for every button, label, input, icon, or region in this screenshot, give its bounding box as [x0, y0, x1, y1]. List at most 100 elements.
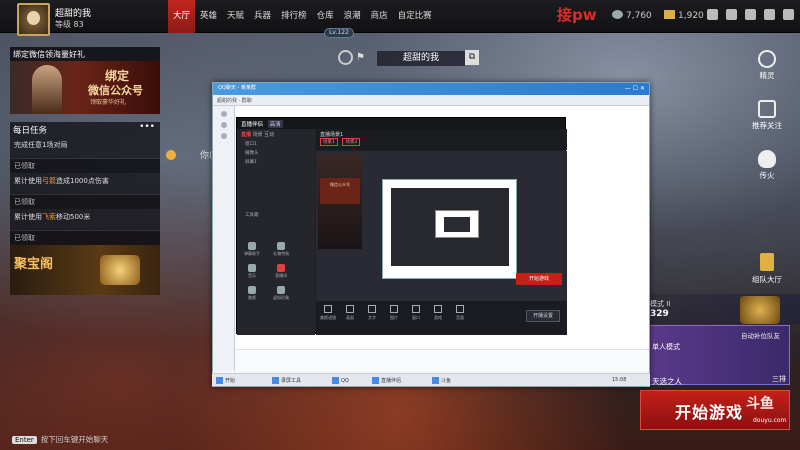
wechat-banner[interactable]: 绑定 微信公众号 领取豪华好礼 — [10, 61, 160, 114]
taskbar-label: QQ — [341, 378, 349, 384]
gamepad-icon — [434, 305, 442, 313]
tool-game[interactable]: 游戏 — [428, 305, 448, 321]
tool-label: 文字 — [368, 315, 376, 320]
copy-icon[interactable]: ⧉ — [465, 50, 479, 65]
tool-frame[interactable]: 画面 — [340, 305, 360, 321]
task-claimed: 已领取 — [10, 159, 160, 173]
level-pill: Lv.122 — [324, 28, 354, 38]
source-item[interactable]: 屏幕1 — [237, 158, 315, 167]
preview-start-button: 开始游戏 — [516, 273, 562, 285]
partial-chat-text: 你( — [200, 151, 213, 161]
tool-volume[interactable]: 音量 — [450, 305, 470, 321]
tool-music[interactable]: 音乐 — [242, 263, 262, 281]
tool-avatar[interactable]: 虚拟形象 — [271, 285, 291, 303]
tool-label: 图片 — [390, 315, 398, 320]
tool-label: 美颜 — [248, 295, 256, 300]
team-lobby[interactable]: 组队大厅 — [742, 253, 792, 285]
banner-character — [32, 65, 62, 114]
source-item[interactable]: 窗口1 — [237, 140, 315, 149]
tab-weapons[interactable]: 兵器 — [249, 0, 276, 33]
taskbar-item[interactable]: 录屏工具 — [272, 377, 301, 384]
top-bar: 超甜的我 等级 83 大厅 英雄 天赋 兵器 排行榜 仓库 浪潮 商店 自定比赛… — [0, 0, 800, 36]
task-item: 累计使用飞索移动500米 — [10, 209, 160, 231]
window-controls-icon[interactable]: — ☐ ✕ — [625, 85, 645, 92]
tool-gift[interactable]: 礼物特效 — [271, 241, 291, 259]
tab-live[interactable]: 直播 — [241, 132, 251, 138]
tool-label: 直播间 — [275, 273, 288, 278]
start-game-button[interactable]: 开始游戏 斗鱼 douyu.com — [640, 390, 790, 430]
taskbar-item[interactable]: 直播伴侣 — [372, 377, 401, 384]
mail-icon[interactable] — [726, 9, 737, 20]
tool-window[interactable]: 窗口 — [406, 305, 426, 321]
headset-icon — [758, 50, 776, 68]
streamer-title: 直播伴侣 — [241, 122, 264, 128]
tab-shop[interactable]: 商店 — [366, 0, 393, 33]
player-name: 超甜的我 — [55, 9, 92, 19]
qq-titlebar: QQ聊天 - 某某群 — ☐ ✕ — [213, 83, 649, 95]
sidebar-item-torch[interactable]: 传火 — [742, 150, 792, 184]
banner-line2: 微信公众号 — [88, 84, 143, 97]
tool-filter[interactable]: 美颜滤镜 — [318, 305, 338, 321]
location-pin-icon[interactable] — [166, 150, 176, 160]
danmaku-icon — [248, 242, 256, 250]
tool-image[interactable]: 图片 — [384, 305, 404, 321]
quality-badge[interactable]: 高清 — [267, 120, 283, 128]
flag-icon[interactable]: ⚑ — [356, 52, 365, 63]
tool-beauty[interactable]: 美颜 — [242, 285, 262, 303]
daily-title: 每日任务 — [13, 126, 48, 136]
taskbar-item[interactable]: 开始 — [216, 377, 235, 384]
task-item: 完成任意1场对局 — [10, 137, 160, 159]
avatar-icon — [277, 286, 286, 294]
match-mode-card[interactable]: 自动补位队友 单人模式 天选之人 三排 — [645, 325, 790, 386]
contacts-icon[interactable] — [220, 122, 227, 128]
sidebar-item-sprite[interactable]: 精灵 — [742, 50, 792, 84]
task-highlight: 飞索 — [42, 213, 56, 221]
tool-room[interactable]: 直播间 — [271, 263, 291, 281]
more-icon[interactable]: ••• — [139, 122, 155, 132]
center-player-bar: ⚑ 超甜的我 ⧉ — [335, 48, 480, 68]
qq-sidebar — [213, 106, 235, 371]
streamer-app-window[interactable]: 直播伴侣 高清 直播 场景 互动 窗口1 摄像头 屏幕1 工具箱 弹幕助手 礼物… — [236, 117, 567, 335]
mode-panel[interactable]: 模式 II 329 — [645, 294, 800, 324]
close-icon[interactable] — [783, 9, 794, 20]
chat-icon[interactable] — [220, 111, 227, 117]
tool-label: 弹幕助手 — [244, 251, 260, 256]
tool-grid: 弹幕助手 礼物特效 音乐 直播间 美颜 虚拟形象 — [240, 239, 312, 305]
tab-interact[interactable]: 互动 — [264, 132, 274, 138]
streamer-tabs: 直播 场景 互动 — [237, 129, 315, 140]
qq-taskbar: 开始 录屏工具 QQ 直播伴侣 斗鱼 15:08 — [212, 373, 650, 386]
main-nav: 大厅 英雄 天赋 兵器 排行榜 仓库 浪潮 商店 自定比赛 — [168, 0, 437, 33]
emote-icon[interactable] — [338, 50, 353, 65]
mode-number: 329 — [650, 309, 669, 319]
tab-heroes[interactable]: 英雄 — [195, 0, 222, 33]
tab-lobby[interactable]: 大厅 — [168, 0, 196, 33]
tab-custom-match[interactable]: 自定比赛 — [393, 0, 437, 33]
tool-danmaku[interactable]: 弹幕助手 — [242, 241, 262, 259]
room-icon — [277, 264, 286, 272]
sidebar-item-follow[interactable]: 推荐关注 — [742, 100, 792, 134]
gift-icon — [277, 242, 286, 250]
tool-text[interactable]: 文字 — [362, 305, 382, 321]
treasure-pavilion[interactable]: 聚宝阁 — [10, 245, 160, 295]
taskbar-item[interactable]: 斗鱼 — [432, 377, 451, 384]
tab-talents[interactable]: 天赋 — [222, 0, 249, 33]
avatar[interactable] — [17, 3, 50, 36]
taskbar-item[interactable]: QQ — [332, 377, 349, 384]
tool-label: 美颜滤镜 — [320, 315, 336, 320]
group-icon[interactable] — [220, 133, 227, 139]
minimize-icon[interactable] — [764, 9, 775, 20]
settings-icon[interactable] — [745, 9, 756, 20]
tab-leaderboard[interactable]: 排行榜 — [276, 0, 312, 33]
scene-chip[interactable]: 场景1 — [320, 138, 338, 146]
scene-chip[interactable]: 场景2 — [342, 138, 361, 146]
coin-amount: 1,920 — [678, 11, 704, 21]
go-live-settings-button[interactable]: 开播设置 — [526, 310, 560, 322]
taskbar-label: 开始 — [225, 378, 236, 384]
source-item[interactable]: 摄像头 — [237, 149, 315, 158]
qq-input-box[interactable] — [236, 349, 649, 371]
sidebar-label: 精灵 — [759, 71, 775, 80]
taskbar-label: 录屏工具 — [281, 378, 302, 384]
enter-hint-text: 按下回车键开始聊天 — [40, 435, 109, 444]
tab-scene[interactable]: 场景 — [253, 132, 263, 138]
help-icon[interactable] — [707, 9, 718, 20]
